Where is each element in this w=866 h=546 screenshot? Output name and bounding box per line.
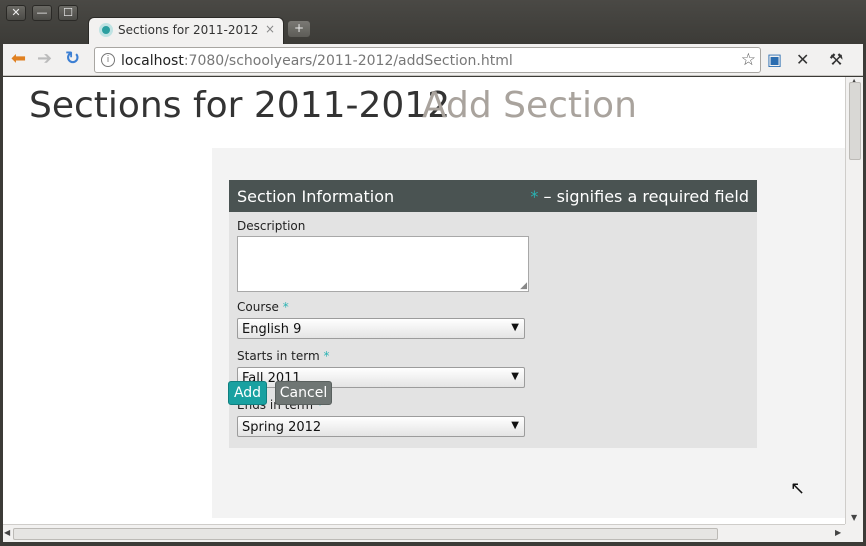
reload-icon[interactable]: ↻ (65, 50, 80, 68)
url-text[interactable]: localhost:7080/schoolyears/2011-2012/add… (121, 53, 513, 69)
horizontal-scroll-thumb[interactable] (13, 528, 718, 540)
window-minimize-button[interactable]: — (32, 5, 52, 21)
browser-toolbar: ⬅ ➔ ↻ i localhost:7080/schoolyears/2011-… (3, 44, 863, 76)
bookmark-star-icon[interactable]: ☆ (741, 50, 756, 70)
starts-term-label: Starts in term * (237, 349, 329, 363)
description-label: Description (237, 219, 306, 233)
horizontal-scrollbar[interactable]: ◀ ▶ (3, 524, 845, 542)
description-textarea[interactable]: ◢ (237, 236, 529, 292)
dropdown-arrow-icon: ▼ (511, 322, 519, 333)
ends-select-value: Spring 2012 (242, 420, 322, 435)
course-select-value: English 9 (242, 322, 302, 337)
url-host: localhost (121, 53, 184, 69)
page-subtitle: Add Section (422, 85, 637, 126)
maximize-icon: ☐ (63, 6, 73, 19)
window-maximize-button[interactable]: ☐ (58, 5, 78, 21)
vertical-scroll-thumb[interactable] (849, 82, 861, 160)
resize-grip-icon[interactable]: ◢ (520, 281, 527, 291)
window-close-button[interactable]: ✕ (6, 5, 26, 21)
wrench-icon[interactable]: ⚒ (829, 50, 843, 69)
tab-close-icon[interactable]: × (265, 22, 275, 36)
browser-window: ✕ — ☐ Sections for 2011-2012 » A × + ⬅ ➔… (0, 0, 866, 546)
form-header-title: Section Information (237, 187, 395, 206)
required-note-text: – signifies a required field (538, 187, 750, 206)
address-bar[interactable]: i localhost:7080/schoolyears/2011-2012/a… (94, 47, 761, 73)
mouse-cursor-icon: ↖ (790, 478, 806, 499)
ends-term-select[interactable]: Spring 2012 ▼ (237, 416, 525, 437)
page-title: Sections for 2011-2012 (29, 85, 451, 126)
content-panel: Section Information * – signifies a requ… (212, 148, 845, 518)
course-label-text: Course (237, 300, 279, 314)
cancel-button[interactable]: Cancel (275, 381, 332, 405)
form-header: Section Information * – signifies a requ… (229, 180, 757, 212)
screen-capture-icon[interactable]: ▣ (767, 50, 782, 69)
starts-label-text: Starts in term (237, 349, 320, 363)
course-select[interactable]: English 9 ▼ (237, 318, 525, 339)
minimize-icon: — (36, 6, 48, 19)
page-info-icon[interactable]: i (101, 53, 115, 67)
url-path: :7080/schoolyears/2011-2012/addSection.h… (183, 53, 513, 69)
close-icon: ✕ (11, 6, 21, 19)
dropdown-arrow-icon: ▼ (511, 371, 519, 382)
tab-title: Sections for 2011-2012 » A (118, 23, 258, 37)
required-field-note: * – signifies a required field (530, 187, 749, 206)
page-viewport: Sections for 2011-2012 Add Section Secti… (3, 77, 845, 524)
new-tab-button[interactable]: + (288, 21, 310, 37)
forward-arrow-icon[interactable]: ➔ (37, 50, 52, 68)
back-arrow-icon[interactable]: ⬅ (11, 50, 26, 68)
scroll-right-icon[interactable]: ▶ (835, 528, 841, 537)
add-button[interactable]: Add (228, 381, 267, 405)
browser-tab[interactable]: Sections for 2011-2012 » A × (88, 17, 284, 44)
required-marker: * (323, 349, 330, 363)
favicon-icon (99, 23, 113, 37)
section-form: Section Information * – signifies a requ… (229, 180, 757, 448)
scroll-left-icon[interactable]: ◀ (4, 528, 10, 537)
scrollbar-corner (845, 524, 863, 542)
tab-strip: ✕ — ☐ Sections for 2011-2012 » A × + (0, 0, 866, 44)
required-marker: * (282, 300, 289, 314)
scroll-down-icon[interactable]: ▼ (851, 513, 857, 522)
pin-icon[interactable]: ✕ (796, 50, 809, 69)
course-label: Course * (237, 300, 289, 314)
vertical-scrollbar[interactable]: ▲ ▼ (845, 77, 863, 524)
dropdown-arrow-icon: ▼ (511, 420, 519, 431)
